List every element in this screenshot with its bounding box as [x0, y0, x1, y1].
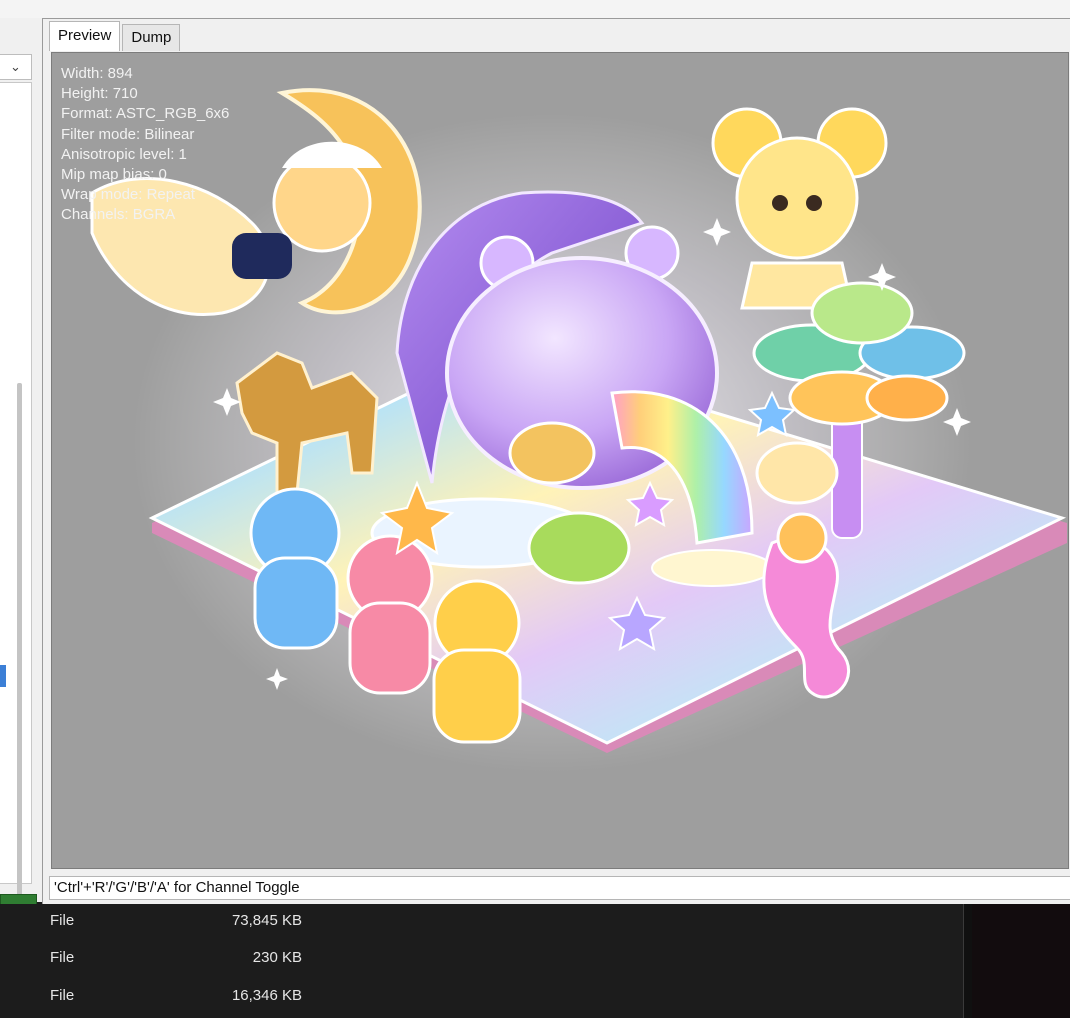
left-panel: ⌄	[0, 18, 43, 943]
file-row[interactable]: File 73,845 KB	[0, 904, 960, 940]
texture-filter-mode: Filter mode: Bilinear	[61, 125, 195, 143]
texture-info-overlay: Width: 894 Height: 710 Format: ASTC_RGB_…	[61, 64, 229, 226]
texture-width: Width: 894	[61, 65, 133, 82]
explorer-right-pane	[972, 904, 1070, 1018]
texture-preview[interactable]: Width: 894 Height: 710 Format: ASTC_RGB_…	[51, 52, 1069, 869]
file-size: 73,845 KB	[231, 912, 302, 929]
file-type: File	[50, 949, 75, 966]
file-row[interactable]: File 16,346 KB	[0, 979, 960, 1015]
chevron-down-icon[interactable]: ⌄	[10, 59, 21, 75]
tab-strip: Preview Dump	[49, 21, 182, 51]
status-bar: 'Ctrl'+'R'/'G'/'B'/'A' for Channel Toggl…	[49, 876, 1070, 900]
tab-preview[interactable]: Preview	[49, 21, 121, 51]
asset-preview-window: Preview Dump Width: 894 Height: 710 Form…	[42, 18, 1070, 904]
texture-channels: Channels: BGRA	[61, 206, 176, 224]
top-strip	[0, 0, 1070, 18]
file-size: 16,346 KB	[231, 987, 302, 1004]
texture-mip-bias: Mip map bias: 0	[61, 166, 167, 184]
explorer-pane-divider[interactable]	[963, 904, 972, 1018]
asset-list[interactable]	[0, 82, 32, 943]
texture-anisotropic: Anisotropic level: 1	[61, 145, 187, 163]
tab-dump[interactable]: Dump	[122, 24, 181, 51]
file-explorer: File 73,845 KB File 230 KB File 16,346 K…	[0, 904, 1070, 1018]
asset-type-dropdown[interactable]: ⌄	[0, 54, 32, 80]
file-row[interactable]: File 230 KB	[0, 941, 960, 977]
texture-wrap-mode: Wrap mode: Repeat	[61, 186, 195, 204]
asset-list-scrollbar[interactable]	[17, 383, 22, 943]
file-type: File	[50, 987, 75, 1004]
file-type: File	[50, 912, 75, 929]
texture-format: Format: ASTC_RGB_6x6	[61, 105, 230, 123]
texture-height: Height: 710	[61, 85, 138, 103]
selected-asset-row[interactable]	[0, 665, 6, 687]
file-size: 230 KB	[252, 949, 302, 966]
